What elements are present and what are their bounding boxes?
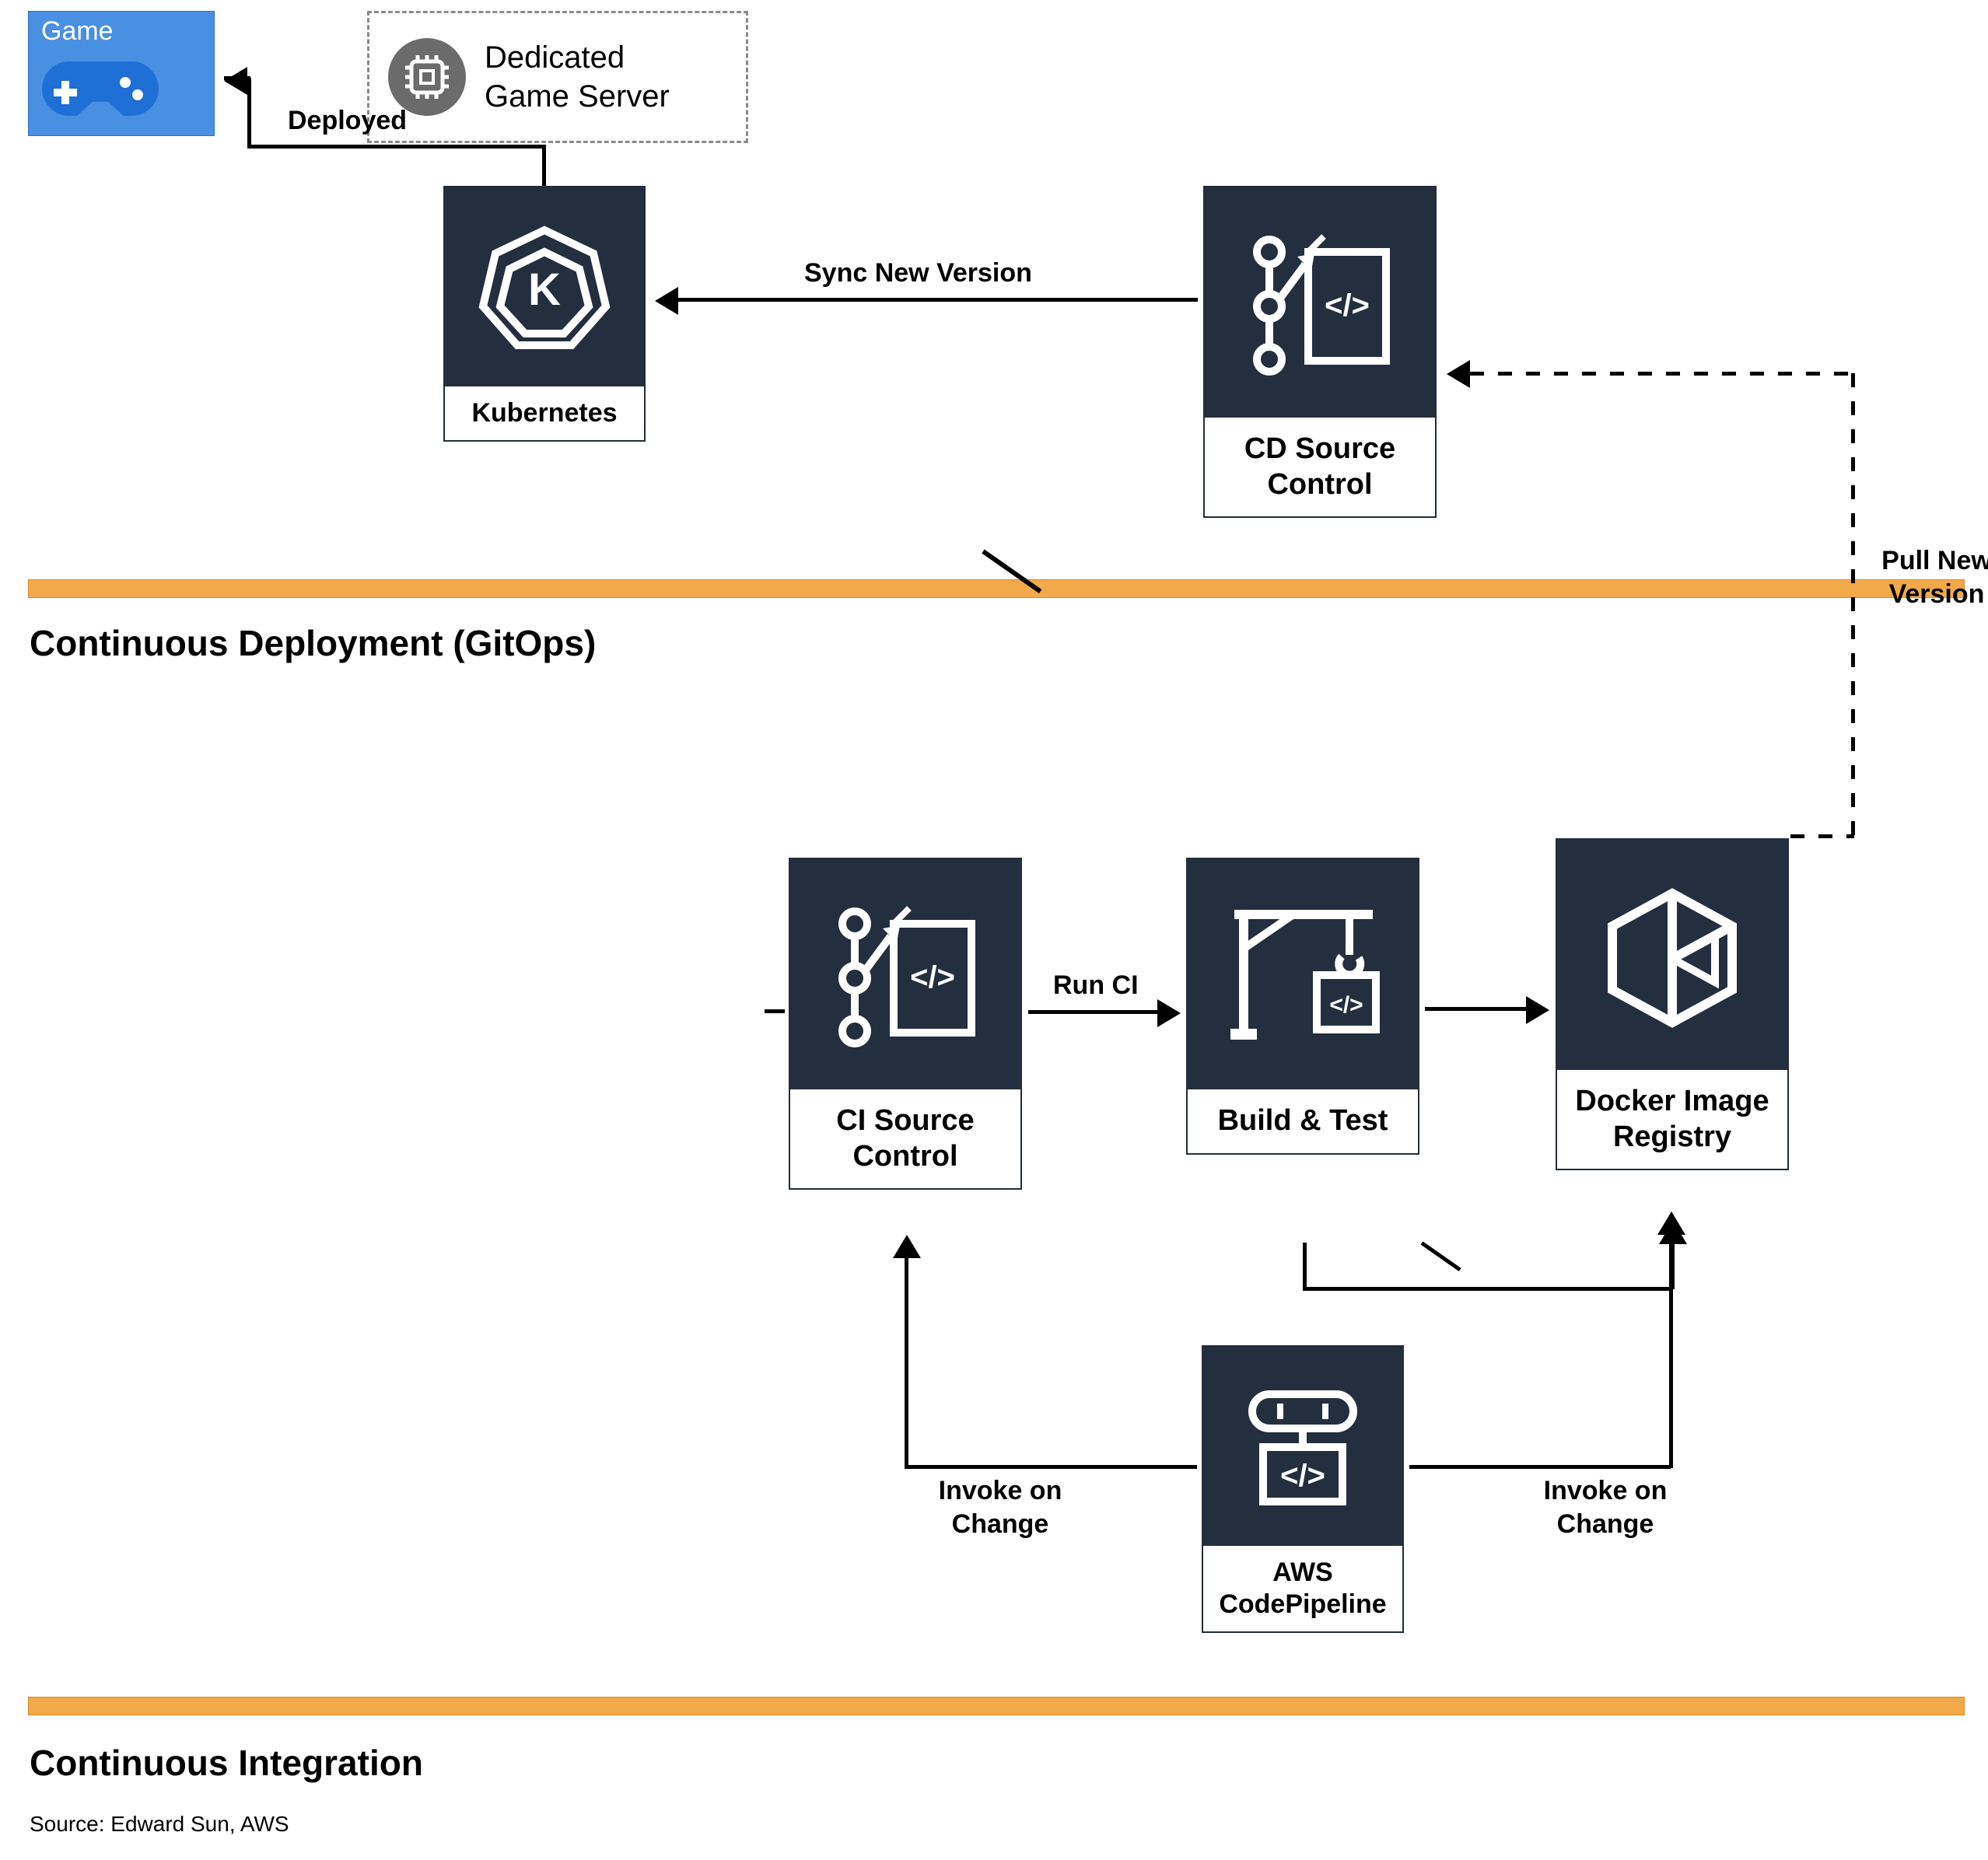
crane-icon: </>	[1188, 859, 1418, 1089]
codepipeline-tile: </> AWS CodePipeline	[1202, 1345, 1404, 1633]
arrow-cp-ci-v	[905, 1257, 908, 1468]
svg-text:K: K	[528, 264, 561, 315]
arrow-cp-reg-label: Invoke on Change	[1520, 1474, 1691, 1540]
codepipeline-label: AWS CodePipeline	[1203, 1546, 1402, 1631]
credit-text: Source: Edward Sun, AWS	[30, 1812, 289, 1837]
kubernetes-icon: K	[445, 187, 644, 386]
arrow-build-to-reg-head	[1526, 996, 1549, 1024]
source-control-icon: </>	[1205, 187, 1435, 418]
arrow-cp-reg-v	[1669, 1233, 1673, 1468]
cube-icon	[1557, 840, 1787, 1070]
kubernetes-label: Kubernetes	[445, 386, 644, 440]
cd-source-control-tile: </> CD Source Control	[1203, 186, 1437, 518]
divider-ci	[28, 1697, 1965, 1715]
arrow-build-reg-h	[1303, 1287, 1672, 1291]
game-client-badge: Game	[28, 11, 215, 136]
build-test-label: Build & Test	[1188, 1089, 1418, 1153]
arrow-cp-ci-label: Invoke on Change	[915, 1474, 1086, 1540]
arrow-cd-to-k8s-line	[678, 298, 1198, 302]
dgs-line2: Game Server	[485, 77, 670, 116]
arrow-cp-ci-l1: Invoke on	[915, 1474, 1086, 1508]
svg-text:</>: </>	[1280, 1459, 1325, 1493]
arrow-pull-label: Pull New Version	[1867, 544, 1988, 610]
svg-text:</>: </>	[1329, 992, 1363, 1018]
arrow-build-reg-v1	[1303, 1243, 1307, 1289]
arrow-ci-build-label: Run CI	[1053, 970, 1139, 1001]
ci-source-control-tile: </> CI Source Control	[789, 858, 1022, 1190]
arrow-cp-ci-h	[905, 1465, 1197, 1469]
arrow-pull-dash-v	[1851, 373, 1855, 837]
arrow-ci-build-tail-tick	[765, 1009, 785, 1013]
arrow-pull-l1: Pull New	[1867, 544, 1988, 578]
architecture-diagram: Game	[0, 0, 1988, 1860]
dedicated-game-server-box: Dedicated Game Server	[367, 11, 748, 143]
arrow-k8s-game-v	[542, 145, 546, 186]
dgs-text: Dedicated Game Server	[485, 38, 670, 116]
arrow-cp-reg-head	[1657, 1211, 1685, 1235]
cd-source-control-label: CD Source Control	[1205, 418, 1435, 516]
ci-source-control-label: CI Source Control	[790, 1089, 1020, 1188]
arrow-pull-lead	[1790, 834, 1854, 838]
codepipeline-icon: </>	[1203, 1347, 1402, 1546]
arrow-cp-ci-head	[893, 1235, 921, 1258]
svg-text:</>: </>	[910, 960, 955, 995]
arrow-pull-dash-h	[1470, 372, 1853, 376]
arrow-k8s-game-stub	[224, 76, 250, 80]
arrow-cd-to-k8s-head	[655, 287, 678, 315]
divider-cd	[28, 579, 1965, 598]
arrow-k8s-game-h	[247, 145, 546, 149]
arrow-build-to-reg-line	[1425, 1007, 1526, 1011]
arrow-k8s-game-head	[224, 67, 247, 95]
docker-registry-label: Docker Image Registry	[1557, 1070, 1787, 1169]
section-title-cd: Continuous Deployment (GitOps)	[30, 622, 596, 664]
arrow-cp-reg-h	[1409, 1465, 1671, 1469]
arrow-pull-l2: Version	[1867, 578, 1988, 611]
docker-registry-tile: Docker Image Registry	[1556, 838, 1789, 1170]
arrow-ci-build-head	[1157, 999, 1181, 1027]
arrow-cd-to-k8s-label: Sync New Version	[804, 258, 1032, 288]
chip-icon	[388, 38, 466, 116]
arrow-k8s-game-v2	[247, 78, 251, 148]
build-test-tile: </> Build & Test	[1186, 858, 1419, 1155]
arrow-ci-build-line	[1028, 1010, 1157, 1014]
section-title-ci: Continuous Integration	[30, 1742, 423, 1784]
arrow-cp-ci-l2: Change	[915, 1508, 1086, 1541]
source-control-icon: </>	[790, 859, 1020, 1089]
dgs-line1: Dedicated	[485, 38, 670, 77]
arrow-pull-head	[1447, 360, 1470, 388]
arrow-cp-reg-l2: Change	[1520, 1508, 1691, 1541]
gamepad-icon	[38, 50, 163, 128]
svg-text:</>: </>	[1325, 288, 1370, 323]
arrow-cp-reg-l1: Invoke on	[1520, 1474, 1691, 1508]
kubernetes-tile: K Kubernetes	[443, 186, 646, 442]
arrow-k8s-game-label: Deployed	[288, 106, 407, 136]
game-label: Game	[41, 16, 114, 47]
arrow-build-reg-notch	[1421, 1241, 1461, 1271]
